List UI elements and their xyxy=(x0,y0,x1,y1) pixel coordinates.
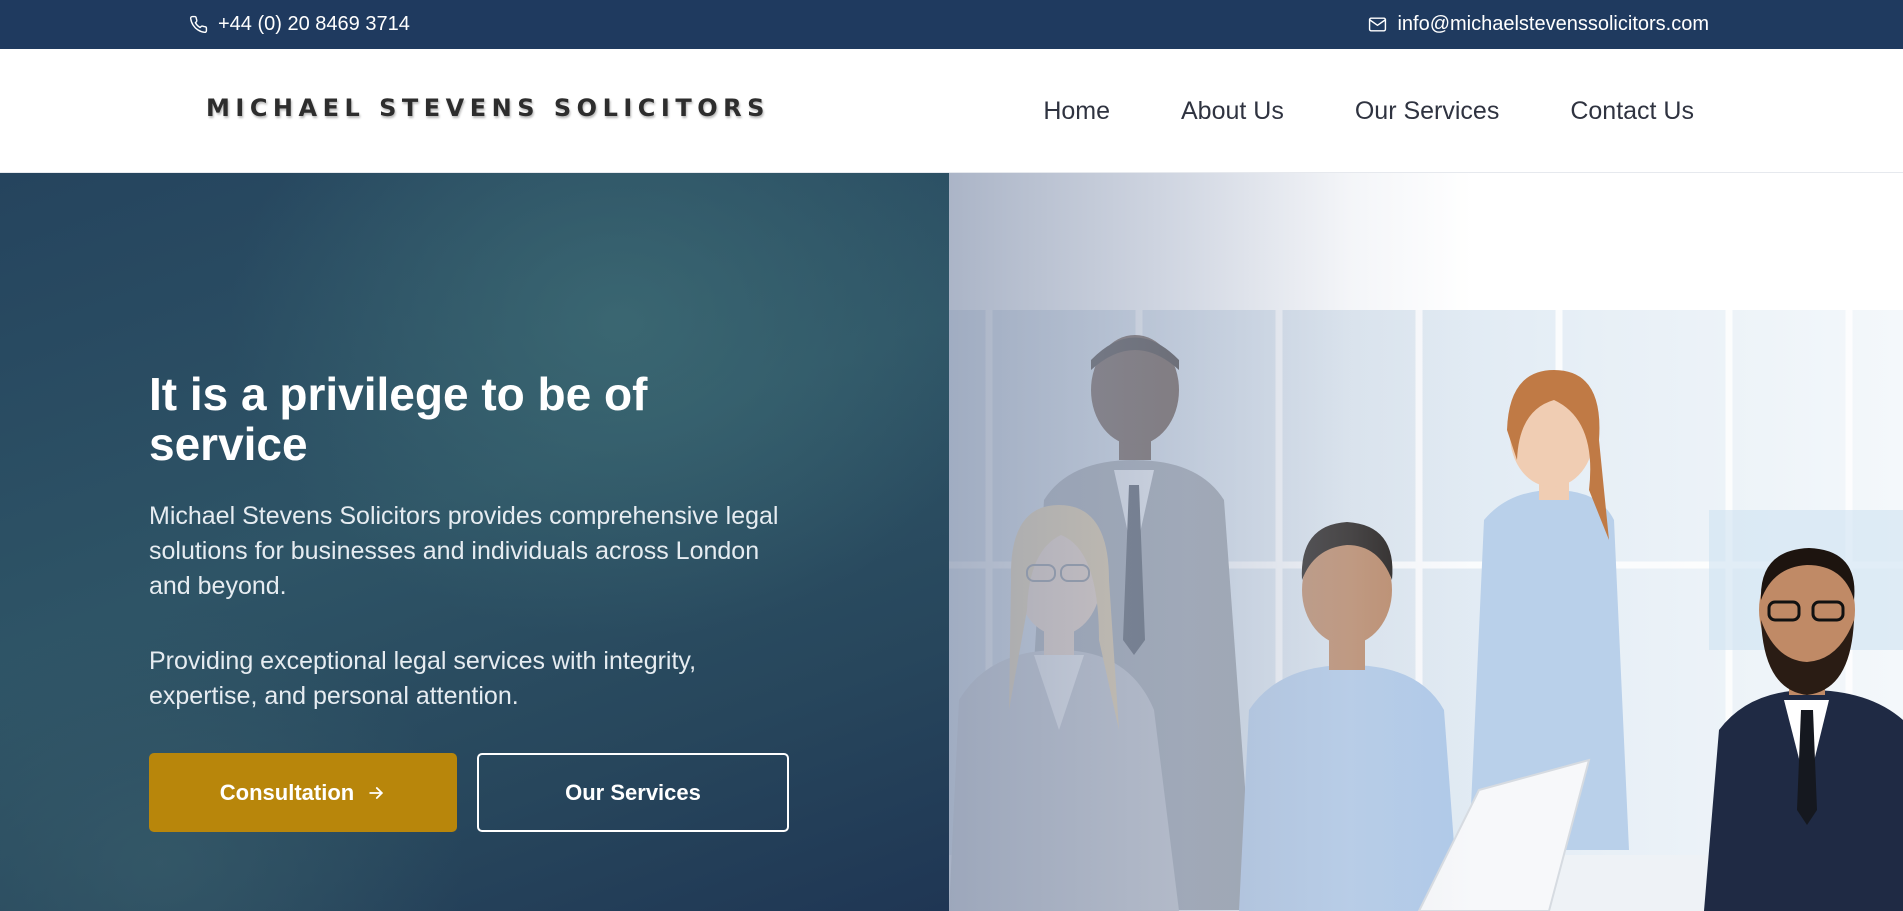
consultation-button[interactable]: Consultation xyxy=(149,753,457,832)
team-photo xyxy=(949,310,1903,911)
hero-section: It is a privilege to be of service Micha… xyxy=(0,173,1903,911)
hero-description: Michael Stevens Solicitors provides comp… xyxy=(149,502,779,600)
email-contact[interactable]: info@michaelstevenssolicitors.com xyxy=(1368,0,1709,49)
phone-contact[interactable]: +44 (0) 20 8469 3714 xyxy=(189,0,410,49)
hero-tagline: Providing exceptional legal services wit… xyxy=(149,647,697,710)
arrow-right-icon xyxy=(366,783,386,803)
top-contact-bar: +44 (0) 20 8469 3714 info@michaelstevens… xyxy=(0,0,1903,49)
phone-number[interactable]: +44 (0) 20 8469 3714 xyxy=(218,13,410,36)
email-address[interactable]: info@michaelstevenssolicitors.com xyxy=(1397,13,1709,36)
nav-our-services[interactable]: Our Services xyxy=(1355,97,1499,126)
consultation-button-label: Consultation xyxy=(219,779,355,805)
hero-image-area xyxy=(949,173,1903,911)
nav-home[interactable]: Home xyxy=(1043,97,1110,126)
site-header: MICHAEL STEVENS SOLICITORS Home About Us… xyxy=(0,49,1903,173)
main-nav: Home About Us Our Services Contact Us xyxy=(1043,49,1694,173)
mail-icon xyxy=(1368,15,1387,34)
site-logo[interactable]: MICHAEL STEVENS SOLICITORS xyxy=(206,94,770,122)
hero-title: It is a privilege to be of service xyxy=(149,368,648,470)
hero-content: It is a privilege to be of service Micha… xyxy=(0,173,949,911)
our-services-button[interactable]: Our Services xyxy=(477,753,789,832)
nav-about-us[interactable]: About Us xyxy=(1181,97,1284,126)
phone-icon xyxy=(189,15,208,34)
nav-contact-us[interactable]: Contact Us xyxy=(1570,97,1694,126)
our-services-button-label: Our Services xyxy=(565,779,701,805)
